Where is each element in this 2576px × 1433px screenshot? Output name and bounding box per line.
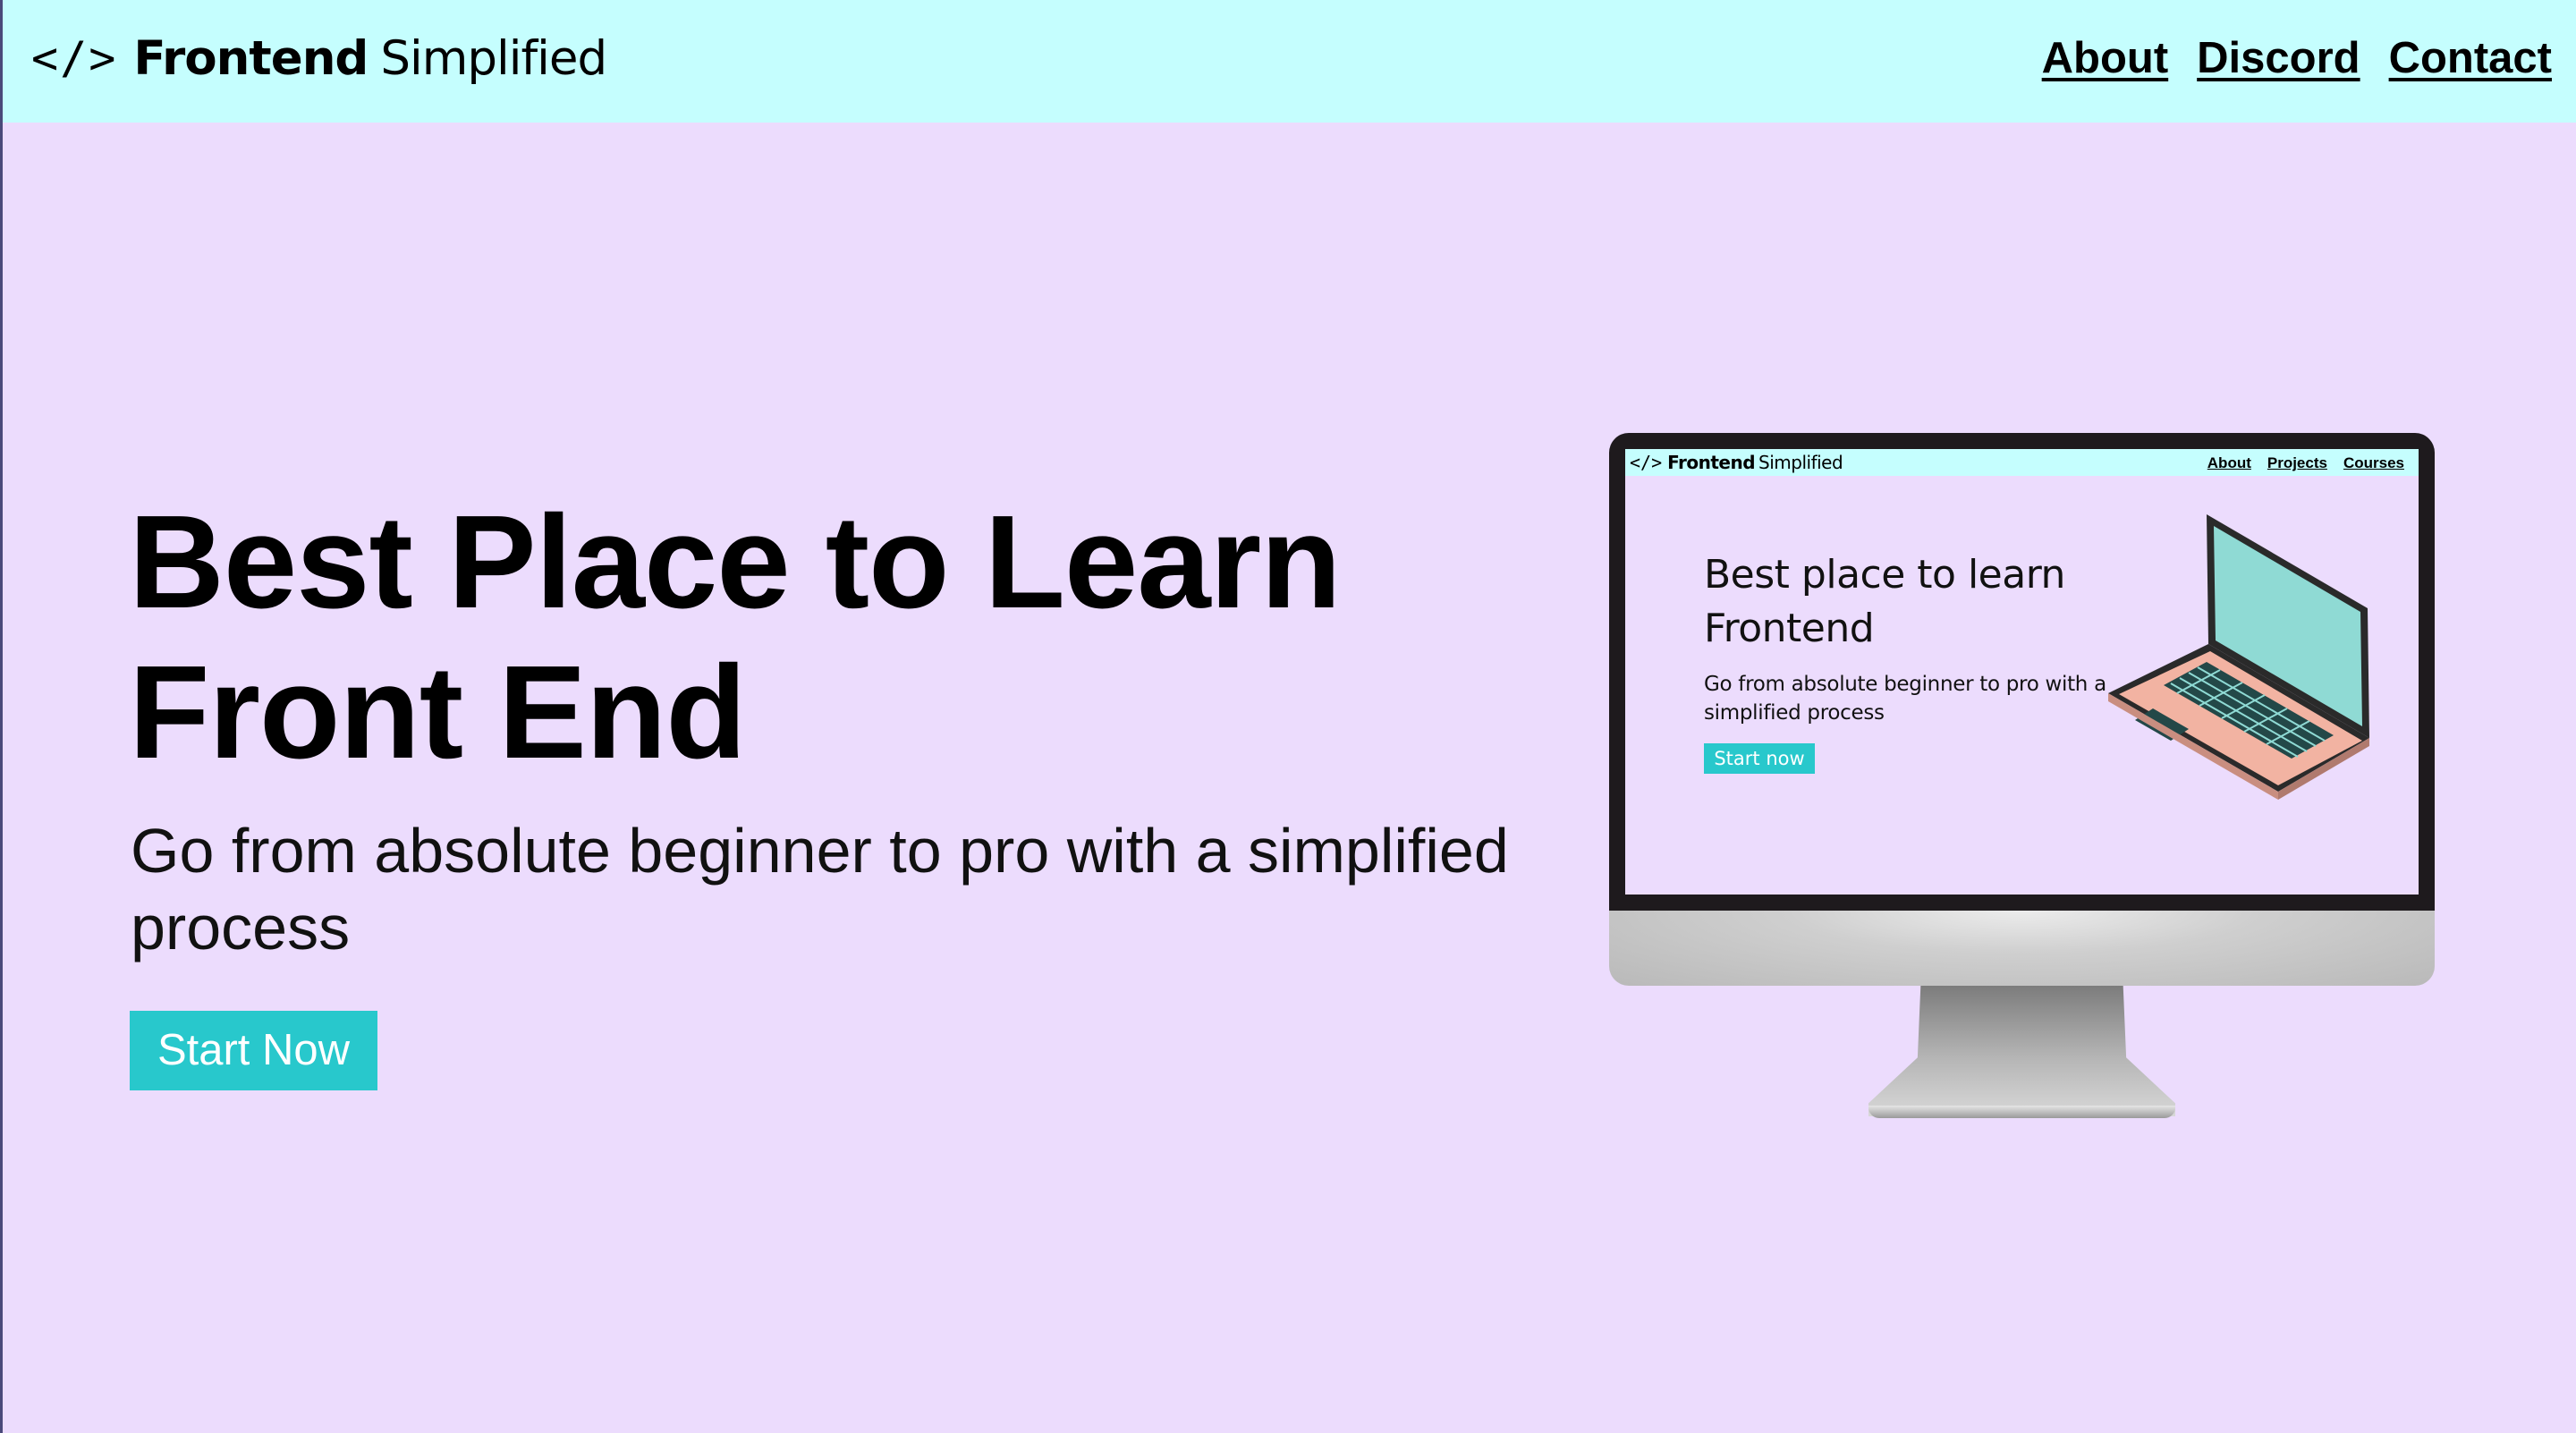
screen-link-projects: Projects [2267,454,2327,471]
start-now-button[interactable]: Start Now [130,1011,377,1090]
navbar: </> Frontend Simplified About Discord Co… [3,0,2576,123]
logo-text-bold: Frontend [133,30,369,86]
laptop-icon [2108,514,2369,800]
nav-link-discord[interactable]: Discord [2197,32,2360,85]
hero-title-line-1: Best Place to Learn [129,488,1342,636]
hero-title-line-2: Front End [129,639,747,786]
monitor-stand [1868,986,2175,1116]
screen-title-line-2: Frontend [1704,606,1875,651]
screen-link-about: About [2207,454,2251,471]
screen-title-line-1: Best place to learn [1704,552,2065,598]
monitor-illustration: </> Frontend Simplified About Projects Cou… [1609,433,2435,1134]
nav-link-about[interactable]: About [2042,32,2169,85]
logo-text-light: Simplified [380,30,607,86]
screen-start-now-button: Start now [1704,743,1815,774]
site-logo[interactable]: </> Frontend Simplified [31,27,607,89]
screen-subtitle: Go from absolute beginner to pro with a … [1704,673,2106,725]
screen-logo-light: Simplified [1758,452,1843,473]
monitor-screen: </> Frontend Simplified About Projects Cou… [1625,449,2419,895]
monitor-chin [1609,911,2435,986]
screen-code-brackets-icon: </> [1630,452,1663,473]
nav-links: About Discord Contact [2042,32,2552,85]
hero-title: Best Place to Learn Front End [129,488,1470,788]
screen-logo-bold: Frontend [1667,452,1756,473]
monitor-bezel: </> Frontend Simplified About Projects Cou… [1609,433,2435,911]
nav-link-contact[interactable]: Contact [2389,32,2552,85]
monitor-base [1868,1106,2175,1118]
page: </> Frontend Simplified About Discord Co… [0,0,2576,1433]
code-brackets-icon: </> [31,32,118,84]
screen-logo: </> Frontend Simplified [1630,453,1843,473]
hero-subtitle: Go from absolute beginner to pro with a … [131,816,1509,962]
screen-nav-links: About Projects Courses [2207,454,2404,472]
screen-title: Best place to learn Frontend [1704,548,2106,656]
screen-navbar: </> Frontend Simplified About Projects Cou… [1625,449,2419,476]
screen-link-courses: Courses [2343,454,2404,471]
